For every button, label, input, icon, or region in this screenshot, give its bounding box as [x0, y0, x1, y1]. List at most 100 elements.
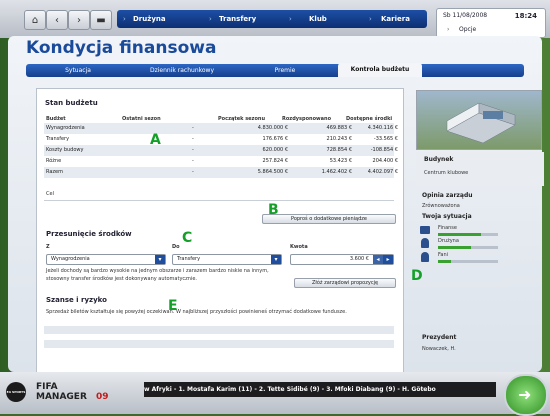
date-box: Sb 11/08/2008 18:24 › Opcje [436, 8, 546, 38]
main-menu: › Drużyna › Transfery › Klub › Kariera [117, 10, 427, 28]
menu-item-transfery[interactable]: Transfery [219, 10, 256, 28]
cell-season-start: 5.864.500 € [257, 169, 288, 175]
marker-e: E [168, 298, 178, 314]
cell-available: 4.402.097 € [367, 169, 398, 175]
money-icon [420, 226, 430, 234]
col-header-ostatni-sezon: Ostatni sezon [122, 116, 161, 122]
cell-allocated: 53.423 € [329, 158, 352, 164]
table-row[interactable]: Koszty budowy - 620.000 € 728.854 € -108… [44, 145, 398, 156]
logo-year-text: 09 [96, 392, 109, 402]
tab-sytuacja[interactable]: Sytuacja [28, 64, 128, 77]
fans-icon [421, 252, 429, 262]
tab-bar: Sytuacja Dziennik rachunkowy Premie Kont… [26, 63, 524, 77]
to-label: Do [172, 244, 180, 250]
home-button[interactable]: ⌂ [24, 10, 46, 30]
cell-available: 204.400 € [372, 158, 398, 164]
row-label: Wynagrodzenia [46, 125, 85, 131]
from-label: Z [46, 244, 50, 250]
chevron-down-icon: ▾ [271, 255, 281, 264]
empty-row [44, 326, 394, 334]
current-date: Sb 11/08/2008 [443, 12, 488, 19]
logo-fifa-text: FIFA [36, 382, 58, 392]
situation-label: Twoja sytuacja [422, 213, 472, 220]
top-bar: ⌂ ‹ › ▬ › Drużyna › Transfery › Klub › K… [0, 0, 550, 38]
logo-manager-text: MANAGER [36, 392, 87, 402]
request-money-button[interactable]: Poproś o dodatkowe pieniądze [262, 214, 396, 224]
chevron-right-icon: › [289, 15, 292, 23]
to-select-value: Transfery [177, 256, 201, 262]
increase-icon[interactable]: ▸ [383, 255, 393, 264]
from-select-value: Wynagrodzenia [51, 256, 90, 262]
fans-meter [438, 260, 498, 263]
chevron-left-icon: ‹ [55, 14, 59, 26]
opinion-value: Zrównoważona [422, 203, 460, 209]
back-button[interactable]: ‹ [46, 10, 68, 30]
menu-item-klub[interactable]: Klub [309, 10, 327, 28]
cell-last-season: - [192, 158, 194, 164]
arrow-icon: ➜ [518, 385, 532, 404]
home-icon: ⌂ [31, 14, 39, 26]
cell-season-start: 176.676 € [262, 136, 288, 142]
cell-season-start: 257.824 € [262, 158, 288, 164]
marker-b: B [268, 202, 279, 218]
amount-label: Kwota [290, 244, 308, 250]
building-image [416, 90, 542, 150]
meter-label-fani: Fani [438, 252, 449, 258]
opinion-label: Opinia zarządu [422, 192, 473, 199]
table-row[interactable]: Wynagrodzenia - 4.830.000 € 469.883 € 4.… [44, 123, 398, 134]
table-row[interactable]: Transfery - 176.676 € 210.243 € -33.565 … [44, 134, 398, 145]
chevron-right-icon: › [447, 26, 450, 33]
col-header-rozdysponowano: Rozdysponowano [282, 116, 332, 122]
news-ticker: w Afryki - 1. Mostafa Karim (11) - 2. Te… [144, 382, 496, 397]
row-label: Różne [46, 158, 62, 164]
tab-dziennik[interactable]: Dziennik rachunkowy [130, 64, 234, 77]
table-row[interactable]: Różne - 257.824 € 53.423 € 204.400 € [44, 156, 398, 167]
divider [44, 200, 394, 201]
menu-icon: ▬ [96, 14, 106, 26]
chevron-right-icon: › [209, 15, 212, 23]
transfer-title: Przesunięcie środków [46, 230, 132, 238]
menu-item-druzyna[interactable]: Drużyna [133, 10, 166, 28]
chevron-right-icon: › [77, 14, 81, 26]
row-label: Transfery [46, 136, 70, 142]
propose-button[interactable]: Złóż zarządowi propozycję [294, 278, 396, 288]
decrease-icon[interactable]: ◂ [373, 255, 383, 264]
cell-available: 4.340.116 € [367, 125, 398, 131]
continue-button[interactable]: ➜ [504, 374, 548, 416]
col-header-budzet: Budżet [46, 116, 66, 122]
page-title: Kondycja finansowa [26, 38, 217, 58]
col-header-poczatek-sezonu: Początek sezonu [218, 116, 266, 122]
row-label: Razem [46, 169, 63, 175]
president-value[interactable]: Nowaczek, H. [422, 346, 456, 352]
amount-value: 3.600 € [349, 256, 369, 262]
menu-item-kariera[interactable]: Kariera [381, 10, 410, 28]
cell-last-season: - [192, 125, 194, 131]
amount-field[interactable]: 3.600 € ◂ ▸ [290, 254, 394, 265]
goal-label: Cel [46, 191, 54, 197]
from-select[interactable]: Wynagrodzenia ▾ [46, 254, 166, 265]
cell-available: -108.854 € [370, 147, 398, 153]
options-link[interactable]: Opcje [459, 26, 476, 33]
club-building-icon [446, 102, 516, 144]
menu-button[interactable]: ▬ [90, 10, 112, 30]
chevron-right-icon: › [123, 15, 126, 23]
team-icon [421, 238, 429, 248]
to-select[interactable]: Transfery ▾ [172, 254, 282, 265]
cell-allocated: 1.462.402 € [321, 169, 352, 175]
forward-button[interactable]: › [68, 10, 90, 30]
tab-premie[interactable]: Premie [236, 64, 334, 77]
transfer-note: Jeżeli dochody są bardzo wysokie na jedn… [46, 268, 269, 282]
tab-kontrola-budzetu[interactable]: Kontrola budżetu [338, 63, 422, 77]
fifa-manager-logo: EA SPORTS FIFA MANAGER 09 [6, 378, 126, 408]
building-value[interactable]: Centrum klubowe [424, 170, 468, 176]
cell-last-season: - [192, 147, 194, 153]
meter-label-finanse: Finanse [438, 225, 457, 231]
chevron-right-icon: › [369, 15, 372, 23]
cell-allocated: 728.854 € [326, 147, 352, 153]
cell-allocated: 469.883 € [326, 125, 352, 131]
marker-c: C [182, 230, 193, 246]
team-meter [438, 246, 498, 249]
budget-title: Stan budżetu [45, 99, 98, 107]
table-row-total[interactable]: Razem - 5.864.500 € 1.462.402 € 4.402.09… [44, 167, 398, 178]
cell-season-start: 4.830.000 € [257, 125, 288, 131]
